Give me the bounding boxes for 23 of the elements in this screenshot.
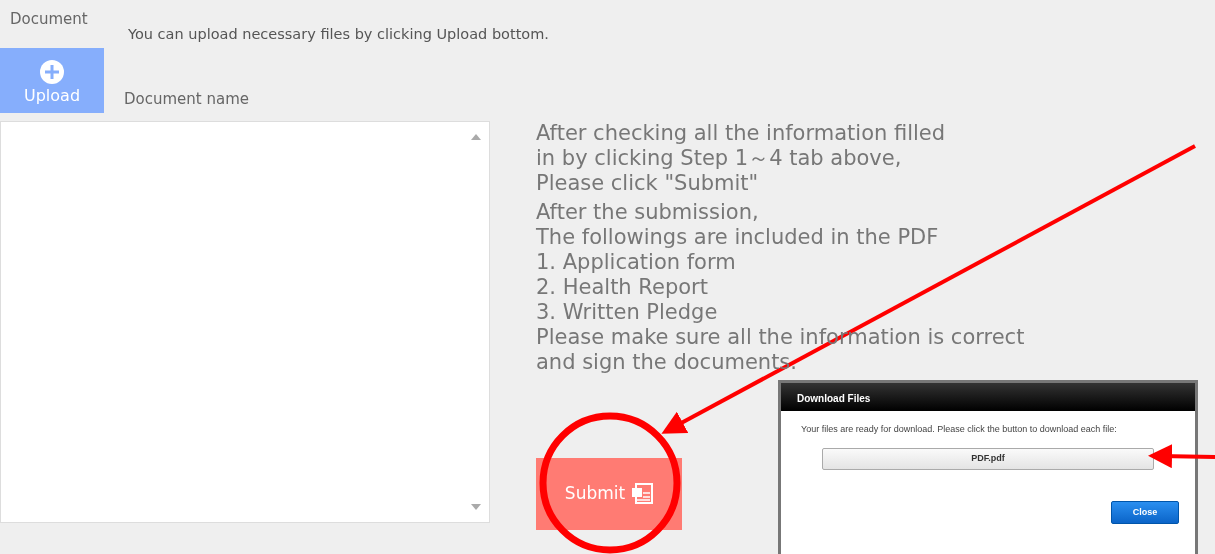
hint-text: You can upload necessary files by clicking Upload bottom. xyxy=(127,25,549,44)
instruction-line: Please click "Submit" xyxy=(536,170,760,196)
column-header: Document name xyxy=(123,89,250,111)
instruction-line: in by clicking Step 1～4 tab above, xyxy=(536,145,903,171)
scroll-down-icon[interactable] xyxy=(471,503,481,510)
instruction-line: After checking all the information filled xyxy=(536,120,947,146)
instruction-line: and sign the documents. xyxy=(536,349,798,375)
plus-circle-icon xyxy=(40,59,64,84)
submit-button[interactable]: Submit xyxy=(536,457,682,530)
dialog-message: Your files are ready for download. Please click the button to download each file: xyxy=(800,423,1118,435)
document-icon xyxy=(631,482,654,505)
upload-button[interactable]: Upload xyxy=(0,47,104,113)
instruction-line: After the submission, xyxy=(536,199,760,225)
instruction-line: 2. Health Report xyxy=(536,274,709,300)
scroll-up-icon[interactable] xyxy=(471,133,481,140)
instruction-line: 1. Application form xyxy=(536,249,737,275)
section-label: Document xyxy=(9,9,89,30)
close-button[interactable]: Close xyxy=(1111,501,1179,524)
instruction-line: The followings are included in the PDF xyxy=(536,224,940,250)
instruction-line: 3. Written Pledge xyxy=(536,299,719,325)
file-download-button[interactable]: PDF.pdf xyxy=(822,448,1154,470)
pointer-arrow xyxy=(1148,444,1215,469)
dialog-title: Download Files xyxy=(781,383,1195,411)
